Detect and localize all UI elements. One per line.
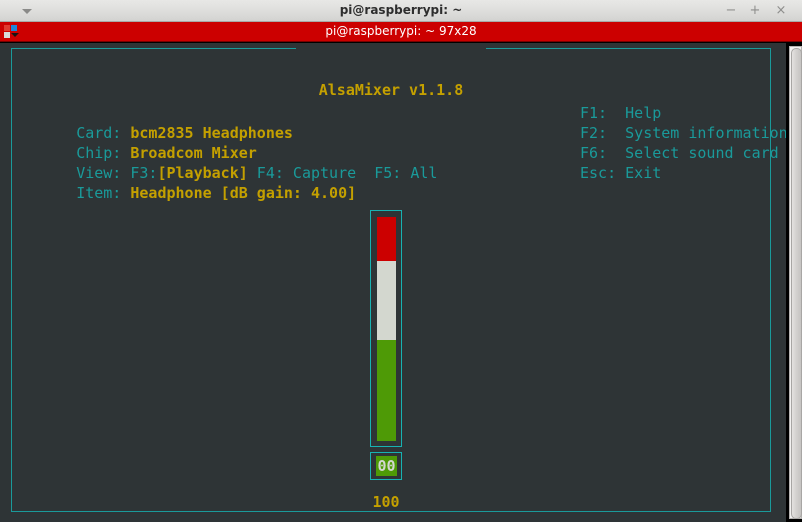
window-title: pi@raspberrypi: ~ [339, 3, 463, 17]
scrollbar-thumb[interactable] [791, 48, 802, 519]
help-row-f2[interactable]: F2: System information [580, 123, 786, 143]
alsamixer-title: AlsaMixer v1.1.8 [318, 81, 464, 99]
volume-value: 00 [376, 456, 397, 476]
terminal-window: pi@raspberrypi: ~ − + × pi@raspberrypi: … [0, 0, 802, 522]
close-button[interactable]: × [770, 0, 792, 21]
item-selector[interactable]: <Headphone > [338, 509, 501, 522]
maximize-button[interactable]: + [744, 0, 766, 21]
frame-title-gap [296, 48, 486, 51]
terminal-scrollbar[interactable] [786, 43, 802, 522]
volume-bar[interactable] [377, 217, 396, 441]
terminal-content[interactable]: AlsaMixer v1.1.8 Card: bcm2835 Headphone… [0, 43, 786, 522]
help-row-f1[interactable]: F1: Help [580, 103, 661, 123]
volume-bar-green-zone [377, 340, 396, 441]
terminal-tabbar: pi@raspberrypi: ~ 97x28 [0, 22, 802, 42]
help-row-f6[interactable]: F6: Select sound card [580, 143, 779, 163]
help-row-esc[interactable]: Esc: Exit [580, 163, 661, 183]
item-label: Item: [76, 184, 131, 202]
window-titlebar: pi@raspberrypi: ~ − + × [0, 0, 802, 22]
minimize-button[interactable]: − [720, 0, 742, 21]
item-value: Headphone [dB gain: 4.00] [130, 184, 357, 202]
item-info-row: Item: Headphone [dB gain: 4.00] [22, 163, 356, 223]
volume-bar-red-zone [377, 217, 396, 261]
terminal-tab-title[interactable]: pi@raspberrypi: ~ 97x28 [0, 22, 802, 41]
scrollbar-track[interactable] [789, 46, 802, 519]
